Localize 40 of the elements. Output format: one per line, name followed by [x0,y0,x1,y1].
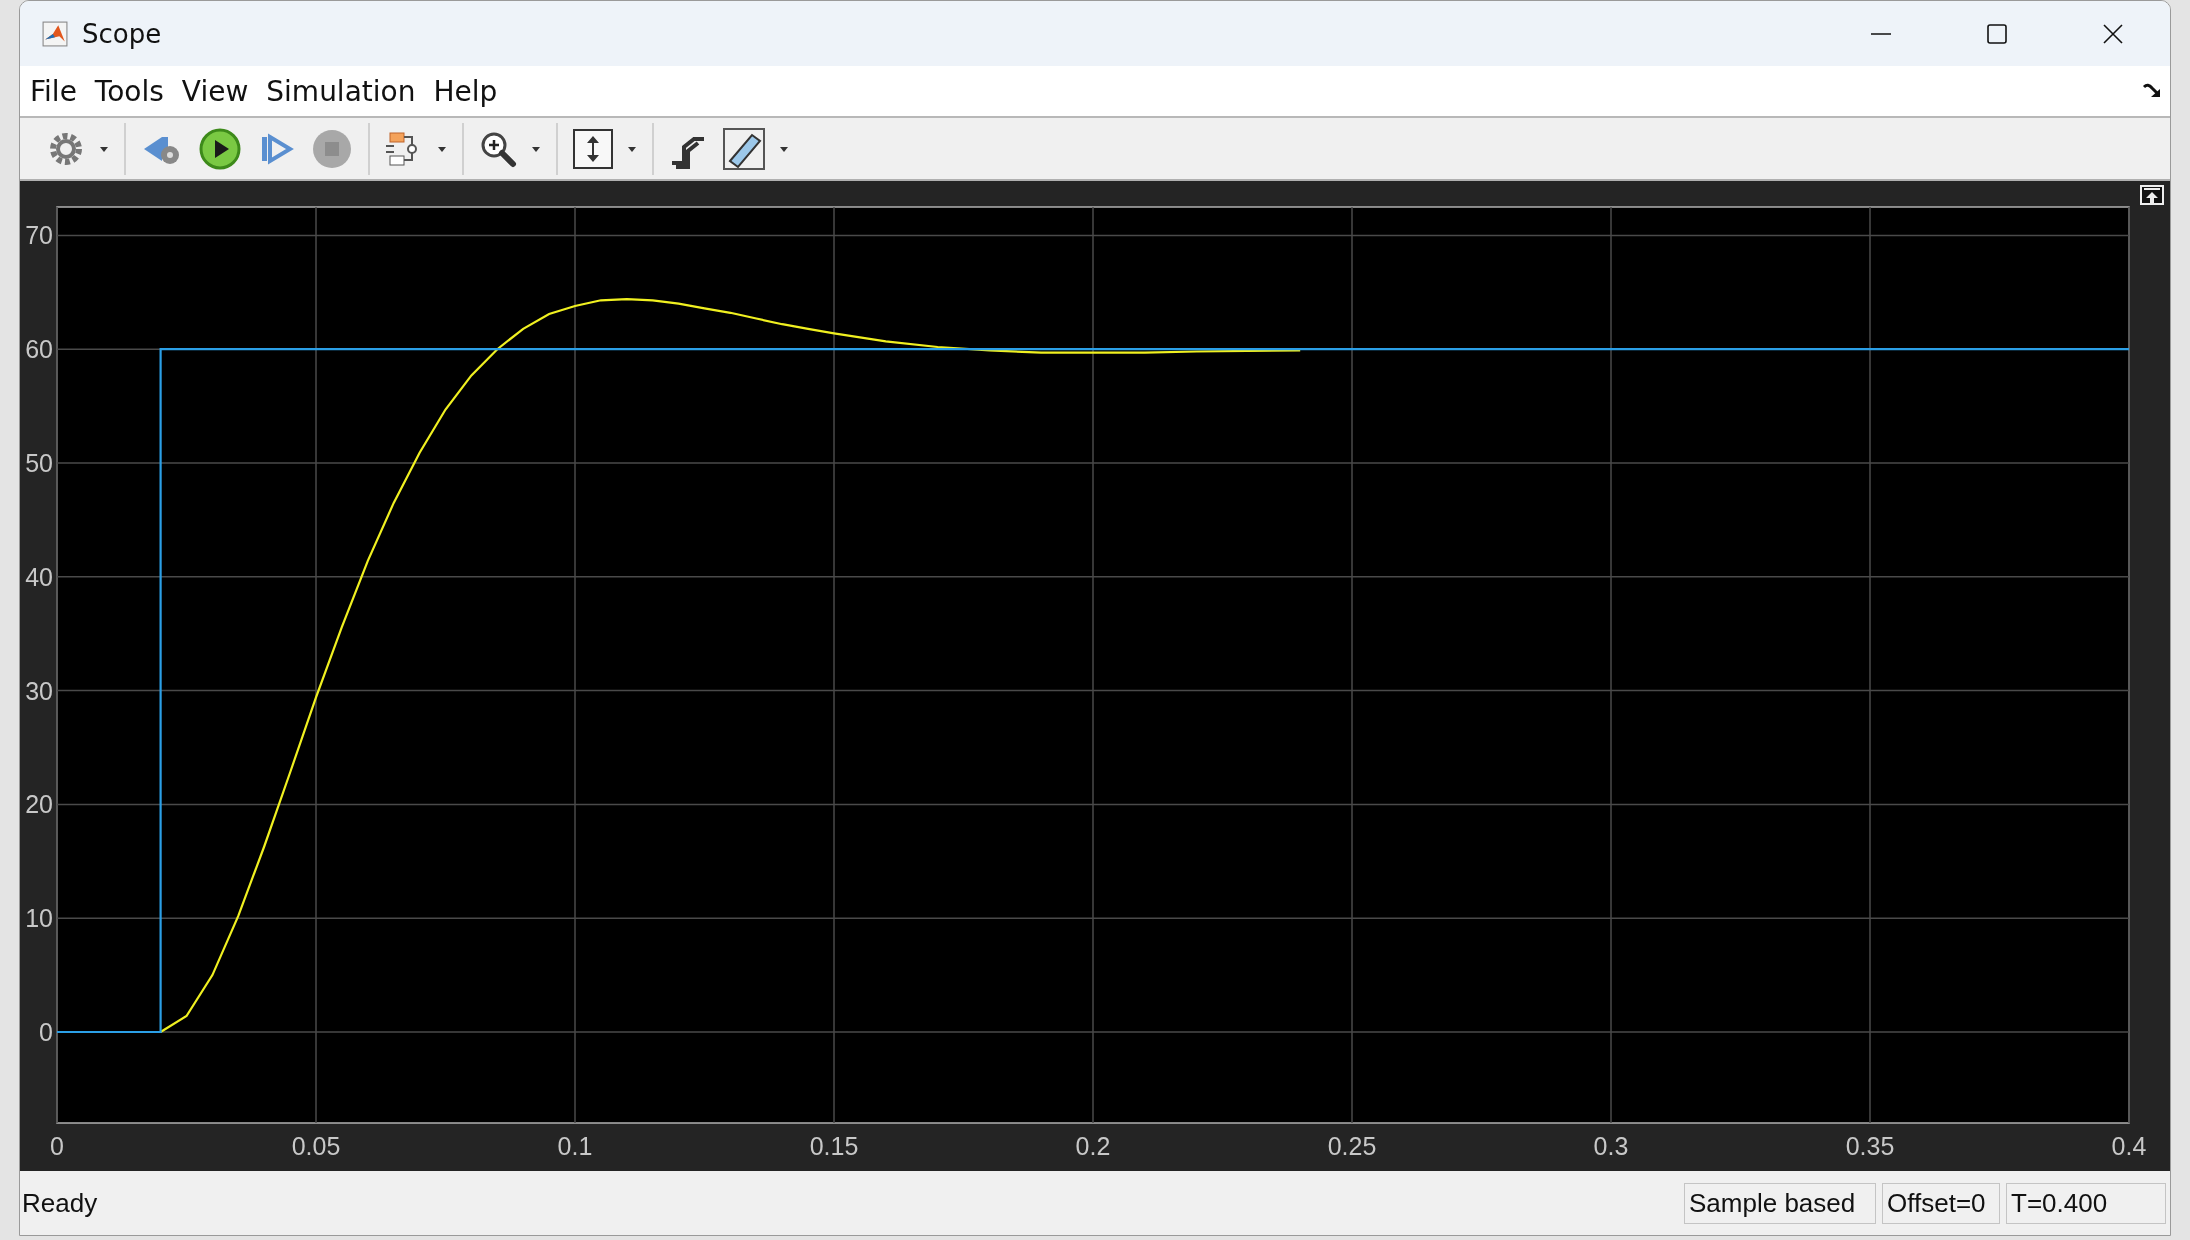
caret-icon[interactable] [98,144,110,153]
y-tick-label: 60 [25,335,53,364]
x-tick-label: 0.05 [291,1132,341,1160]
x-tick-label: 0.1 [557,1132,593,1160]
caret-icon[interactable] [436,144,448,153]
status-field: T=0.400 [2006,1182,2166,1224]
y-tick-label: 0 [39,1017,53,1046]
caret-icon[interactable] [778,144,790,153]
menu-item[interactable]: Help [431,74,500,108]
y-tick-label: 40 [25,562,53,591]
y-tick-label: 30 [25,676,53,705]
window-title: Scope [82,18,162,49]
expand-icon[interactable] [2140,185,2164,205]
ruler-icon[interactable] [722,126,766,171]
run-icon[interactable] [198,126,242,171]
status-field: Sample based [1684,1182,1876,1224]
y-tick-label: 10 [25,904,53,933]
close-icon[interactable] [2102,22,2124,45]
x-tick-label: 0.25 [1327,1132,1377,1160]
undock-arrow-icon[interactable] [2142,82,2162,100]
menu-item[interactable]: Simulation [264,74,418,108]
y-tick-label: 50 [25,449,53,477]
x-tick-label: 0.3 [1593,1132,1629,1160]
caret-icon[interactable] [530,144,542,153]
x-tick-label: 0.4 [2111,1132,2147,1160]
x-tick-label: 0 [50,1132,64,1160]
menu-item[interactable]: File [28,74,79,108]
x-tick-label: 0.35 [1845,1132,1895,1160]
fit-axes-icon[interactable] [572,127,614,170]
status-message: Ready [22,1187,98,1219]
menu-item[interactable]: View [179,74,251,108]
maximize-icon[interactable] [1986,22,2008,45]
app-logo-icon [42,20,68,47]
menu-item[interactable]: Tools [92,74,166,108]
x-tick-label: 0.15 [809,1132,859,1160]
y-tick-label: 70 [25,221,53,250]
x-tick-label: 0.2 [1075,1132,1111,1160]
y-tick-label: 20 [25,790,53,819]
status-field: Offset=0 [1882,1182,2000,1224]
caret-icon[interactable] [626,144,638,153]
